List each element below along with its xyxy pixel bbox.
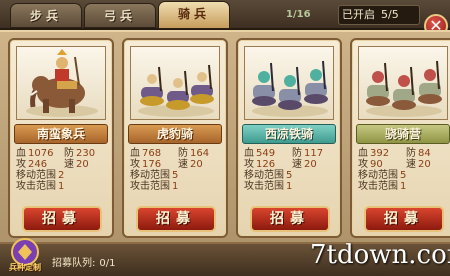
- unit-customize-label[interactable]: 兵种定制: [2, 262, 48, 273]
- opened-value: 5/5: [381, 8, 399, 21]
- move-range-label: 移动范围: [358, 170, 398, 181]
- atk-value: 176: [142, 159, 162, 170]
- atk-label: 攻: [130, 159, 140, 170]
- spd-label: 速: [292, 159, 302, 170]
- def-value: 84: [418, 148, 431, 159]
- unit-name: 骁骑营: [356, 124, 450, 144]
- attack-range-label: 攻击范围: [16, 181, 56, 192]
- unit-stats: 血 1076 防 230 攻 246 速 20 移动范围 2 攻击范围 1: [16, 148, 110, 192]
- recruit-queue-label: 招募队列:: [52, 258, 96, 269]
- unit-name: 南蛮象兵: [14, 124, 108, 144]
- attack-range-label: 攻击范围: [244, 181, 284, 192]
- recruit-button[interactable]: 招募: [22, 206, 102, 232]
- opened-label: 已开启: [342, 8, 375, 21]
- atk-value: 126: [256, 159, 276, 170]
- spd-value: 20: [304, 159, 317, 170]
- recruit-queue: 招募队列: 0/1: [52, 254, 115, 269]
- move-range-value: 5: [172, 170, 179, 181]
- unit-stats: 血 549 防 117 攻 126 速 20 移动范围 5 攻击范围 1: [244, 148, 338, 192]
- def-label: 防: [292, 148, 302, 159]
- unit-portrait: [358, 46, 448, 120]
- unit-card-tiger-cavalry[interactable]: 虎豹骑 血 768 防 164 攻 176 速 20 移动范围 5 攻击范围 1 招募: [122, 38, 228, 238]
- unit-name: 虎豹骑: [128, 124, 222, 144]
- atk-value: 246: [28, 159, 48, 170]
- hp-label: 血: [130, 148, 140, 159]
- unit-portrait: [244, 46, 334, 120]
- def-label: 防: [64, 148, 74, 159]
- spd-value: 20: [418, 159, 431, 170]
- def-value: 230: [76, 148, 96, 159]
- unit-card-xiliang-cavalry[interactable]: 西凉铁骑 血 549 防 117 攻 126 速 20 移动范围 5 攻击范围 1 招募: [236, 38, 342, 238]
- spd-value: 20: [76, 159, 89, 170]
- hp-value: 1076: [28, 148, 54, 159]
- attack-range-value: 1: [58, 181, 65, 192]
- hp-value: 392: [370, 148, 390, 159]
- tab-archers[interactable]: 弓兵: [84, 3, 156, 28]
- spd-label: 速: [406, 159, 416, 170]
- tab-cavalry[interactable]: 骑兵: [158, 1, 230, 29]
- def-label: 防: [406, 148, 416, 159]
- recruit-button[interactable]: 招募: [364, 206, 444, 232]
- attack-range-value: 1: [172, 181, 179, 192]
- move-range-value: 5: [400, 170, 407, 181]
- tab-bar: 步兵 弓兵 骑兵 1/16 已开启 5/5: [0, 0, 450, 30]
- hp-label: 血: [244, 148, 254, 159]
- opened-counter: 已开启 5/5: [342, 6, 399, 24]
- unit-name: 西凉铁骑: [242, 124, 336, 144]
- def-value: 117: [304, 148, 324, 159]
- hp-label: 血: [16, 148, 26, 159]
- watermark: 7tdown.com: [310, 240, 450, 270]
- move-range-label: 移动范围: [130, 170, 170, 181]
- attack-range-value: 1: [286, 181, 293, 192]
- recruit-queue-value: 0/1: [99, 258, 116, 269]
- move-range-value: 2: [58, 170, 65, 181]
- unit-card-xiaoqi-camp[interactable]: 骁骑营 血 392 防 84 攻 90 速 20 移动范围 5 攻击范围 1 招募: [350, 38, 450, 238]
- progress-text: 1/16: [286, 9, 311, 20]
- hp-value: 549: [256, 148, 276, 159]
- attack-range-label: 攻击范围: [358, 181, 398, 192]
- move-range-value: 5: [286, 170, 293, 181]
- attack-range-label: 攻击范围: [130, 181, 170, 192]
- tab-infantry[interactable]: 步兵: [10, 3, 82, 28]
- attack-range-value: 1: [400, 181, 407, 192]
- atk-label: 攻: [16, 159, 26, 170]
- spd-value: 20: [190, 159, 203, 170]
- atk-value: 90: [370, 159, 383, 170]
- spd-label: 速: [178, 159, 188, 170]
- unit-stats: 血 768 防 164 攻 176 速 20 移动范围 5 攻击范围 1: [130, 148, 224, 192]
- atk-label: 攻: [358, 159, 368, 170]
- def-value: 164: [190, 148, 210, 159]
- spd-label: 速: [64, 159, 74, 170]
- recruit-button[interactable]: 招募: [250, 206, 330, 232]
- recruit-button[interactable]: 招募: [136, 206, 216, 232]
- unit-card-elephant[interactable]: 南蛮象兵 血 1076 防 230 攻 246 速 20 移动范围 2 攻击范围 1 招募: [8, 38, 114, 238]
- move-range-label: 移动范围: [244, 170, 284, 181]
- unit-portrait: [130, 46, 220, 120]
- def-label: 防: [178, 148, 188, 159]
- unit-portrait: [16, 46, 106, 120]
- unit-stats: 血 392 防 84 攻 90 速 20 移动范围 5 攻击范围 1: [358, 148, 450, 192]
- hp-label: 血: [358, 148, 368, 159]
- atk-label: 攻: [244, 159, 254, 170]
- move-range-label: 移动范围: [16, 170, 56, 181]
- hp-value: 768: [142, 148, 162, 159]
